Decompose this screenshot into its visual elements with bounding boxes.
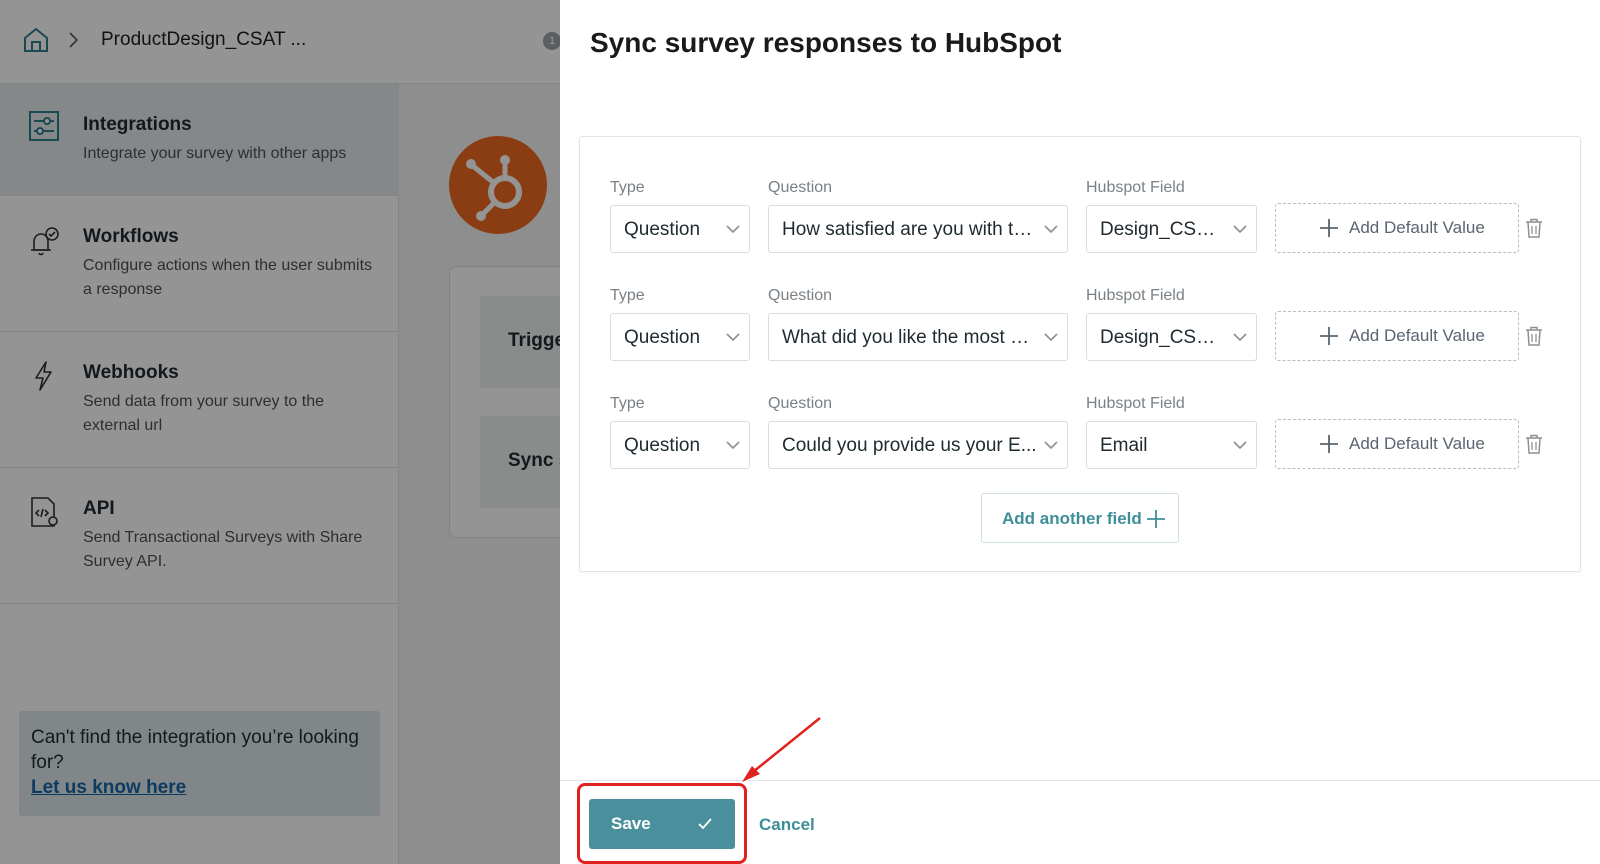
type-value: Question [624, 219, 701, 240]
trash-icon[interactable] [1525, 218, 1543, 238]
type-label: Type [610, 287, 645, 304]
hubspot-field-select[interactable]: Design_CSAT ... [1086, 313, 1257, 361]
type-value: Question [624, 435, 701, 456]
add-default-value-label: Add Default Value [1349, 326, 1485, 345]
type-select[interactable]: Question [610, 205, 750, 253]
question-value: Could you provide us your E... [782, 435, 1037, 456]
add-another-field-button[interactable]: Add another field [981, 493, 1179, 543]
plus-icon [1320, 219, 1338, 237]
question-value: How satisfied are you with th... [782, 219, 1038, 240]
field-mapping-card: Type Question Hubspot Field Question How… [579, 136, 1581, 572]
type-value: Question [624, 327, 701, 348]
drawer-title: Sync survey responses to HubSpot [590, 27, 1062, 58]
add-default-value-button[interactable]: Add Default Value [1275, 203, 1519, 253]
chevron-down-icon [726, 333, 740, 342]
hubspot-field-select[interactable]: Email [1086, 421, 1257, 469]
hubspot-field-value: Email [1100, 435, 1148, 456]
chevron-down-icon [1044, 441, 1058, 450]
chevron-down-icon [726, 441, 740, 450]
hubspot-field-value: Design_CSAT ... [1100, 327, 1225, 348]
plus-icon [1320, 327, 1338, 345]
sync-drawer: Sync survey responses to HubSpot Type Qu… [560, 0, 1600, 864]
annotation-arrow-icon [742, 717, 821, 782]
question-select[interactable]: How satisfied are you with th... [768, 205, 1068, 253]
chevron-down-icon [1044, 333, 1058, 342]
chevron-down-icon [1233, 333, 1247, 342]
chevron-down-icon [1233, 225, 1247, 234]
trash-icon[interactable] [1525, 434, 1543, 454]
question-label: Question [768, 395, 833, 412]
highlight-box [577, 783, 747, 864]
question-select[interactable]: Could you provide us your E... [768, 421, 1068, 469]
add-another-field-label: Add another field [1002, 509, 1142, 528]
type-select[interactable]: Question [610, 313, 750, 361]
chevron-down-icon [1044, 225, 1058, 234]
add-default-value-button[interactable]: Add Default Value [1275, 311, 1519, 361]
hubspot-field-value: Design_CSAT ... [1100, 219, 1225, 240]
chevron-down-icon [1233, 441, 1247, 450]
hubspot-field-label: Hubspot Field [1086, 395, 1185, 412]
hubspot-field-select[interactable]: Design_CSAT ... [1086, 205, 1257, 253]
hubspot-field-label: Hubspot Field [1086, 287, 1185, 304]
add-default-value-label: Add Default Value [1349, 434, 1485, 453]
question-value: What did you like the most ab... [782, 327, 1038, 348]
trash-icon[interactable] [1525, 326, 1543, 346]
cancel-button[interactable]: Cancel [759, 815, 815, 835]
question-select[interactable]: What did you like the most ab... [768, 313, 1068, 361]
question-label: Question [768, 287, 833, 304]
type-label: Type [610, 395, 645, 412]
plus-icon [1320, 435, 1338, 453]
add-default-value-label: Add Default Value [1349, 218, 1485, 237]
plus-icon [1147, 510, 1165, 528]
question-label: Question [768, 179, 833, 196]
add-default-value-button[interactable]: Add Default Value [1275, 419, 1519, 469]
type-select[interactable]: Question [610, 421, 750, 469]
hubspot-field-label: Hubspot Field [1086, 179, 1185, 196]
type-label: Type [610, 179, 645, 196]
chevron-down-icon [726, 225, 740, 234]
